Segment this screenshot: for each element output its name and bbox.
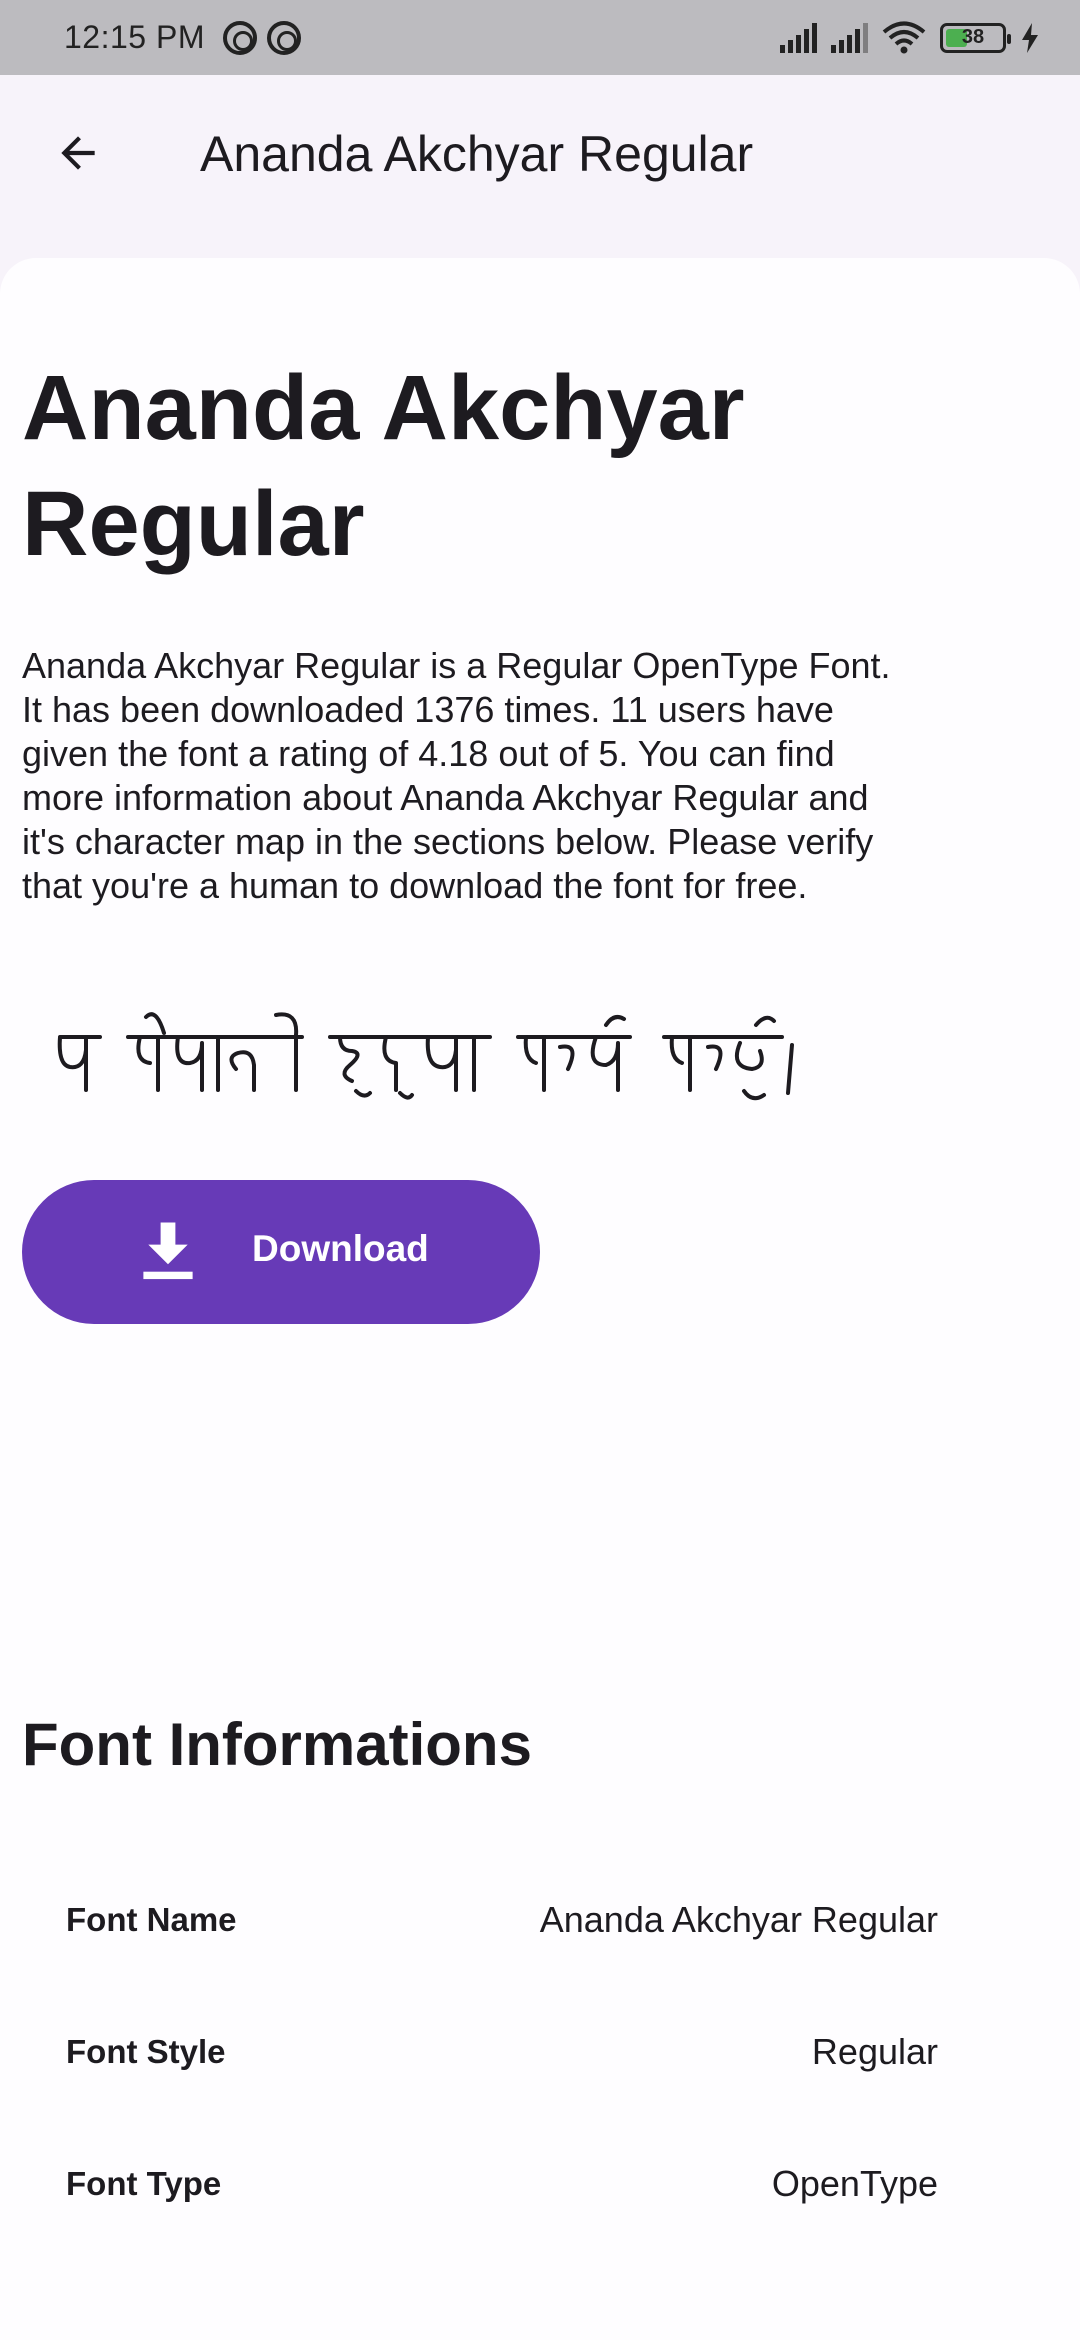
download-button[interactable]: Download	[22, 1180, 540, 1324]
app-bar: Ananda Akchyar Regular	[0, 75, 1080, 235]
back-button[interactable]	[40, 115, 116, 191]
info-value: Ananda Akchyar Regular	[539, 1899, 938, 1940]
app-bar-title: Ananda Akchyar Regular	[200, 126, 754, 182]
info-label: Font Style	[66, 2033, 226, 2070]
page-title: Ananda Akchyar Regular	[22, 357, 745, 575]
font-preview-image	[57, 1012, 794, 1101]
info-label: Font Type	[66, 2165, 222, 2202]
cell-signal-icon	[780, 22, 817, 53]
charging-icon	[1022, 22, 1038, 53]
battery-level: 38	[961, 26, 985, 48]
notification-icon	[222, 20, 257, 55]
info-row-font-name: Font Name Ananda Akchyar Regular	[66, 1890, 938, 1950]
download-label: Download	[252, 1228, 429, 1269]
cell-signal-icon	[831, 22, 868, 53]
font-info-heading: Font Informations	[22, 1711, 532, 1778]
status-bar: 12:15 PM 38	[0, 0, 1080, 75]
info-value: OpenType	[771, 2163, 938, 2204]
info-label: Font Name	[66, 1901, 237, 1938]
arrow-back-icon	[61, 136, 95, 170]
download-icon	[143, 1222, 193, 1280]
battery-icon: 38	[940, 22, 1011, 53]
info-row-font-type: Font Type OpenType	[66, 2154, 938, 2214]
info-value: Regular	[811, 2031, 938, 2072]
info-row-font-style: Font Style Regular	[66, 2022, 938, 2082]
status-time: 12:15 PM	[64, 19, 205, 55]
wifi-icon	[882, 21, 926, 53]
status-notifications	[222, 20, 301, 55]
notification-icon	[266, 20, 301, 55]
font-description: Ananda Akchyar Regular is a Regular Open…	[22, 645, 891, 906]
status-indicators: 38	[780, 21, 1040, 55]
